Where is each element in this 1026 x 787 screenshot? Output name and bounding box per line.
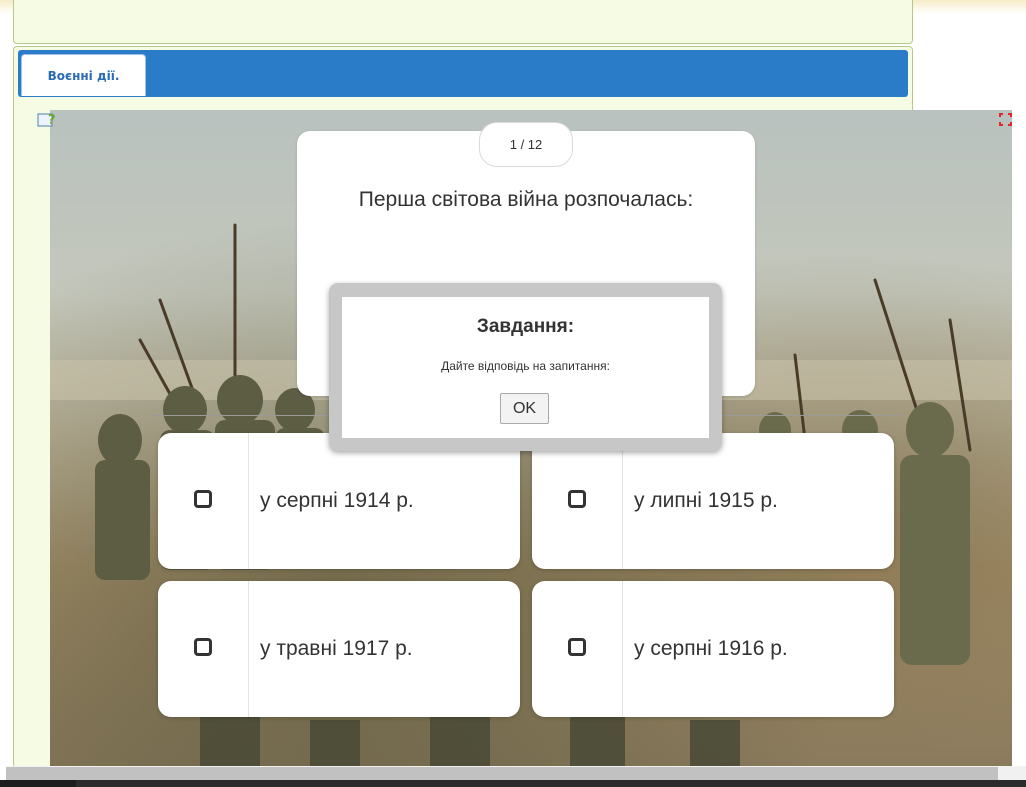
answer-option-1[interactable]: у серпні 1914 р. (158, 433, 520, 569)
bottom-bar (0, 780, 1026, 787)
bottom-bar-segment (0, 780, 76, 787)
checkbox-zone (158, 581, 249, 717)
svg-text:?: ? (48, 113, 56, 128)
horizontal-scrollbar-thumb[interactable] (6, 767, 998, 780)
checkbox-icon[interactable] (194, 638, 212, 656)
answer-label: у липні 1915 р. (634, 489, 778, 512)
dialog-title: Завдання: (476, 316, 575, 337)
tab-bar (18, 50, 908, 97)
question-counter: 1 / 12 (479, 122, 573, 167)
answer-label: у серпні 1916 р. (634, 637, 788, 660)
checkbox-icon[interactable] (194, 490, 212, 508)
top-panel (13, 0, 913, 44)
tab-military-actions[interactable]: Воєнні дії. (21, 54, 146, 96)
answer-option-4[interactable]: у серпні 1916 р. (532, 581, 894, 717)
dialog-text: Дайте відповідь на запитання: (441, 359, 610, 373)
checkbox-icon[interactable] (568, 638, 586, 656)
fullscreen-icon[interactable] (999, 113, 1012, 126)
checkbox-zone (158, 433, 249, 569)
answer-option-2[interactable]: у липні 1915 р. (532, 433, 894, 569)
ok-button[interactable]: OK (500, 393, 549, 424)
checkbox-zone (532, 433, 623, 569)
answer-label: у серпні 1914 р. (260, 489, 414, 512)
answer-option-3[interactable]: у травні 1917 р. (158, 581, 520, 717)
checkbox-zone (532, 581, 623, 717)
checkbox-icon[interactable] (568, 490, 586, 508)
answer-label: у травні 1917 р. (260, 637, 413, 660)
question-text: Перша світова війна розпочалась: (358, 188, 694, 211)
help-question-icon[interactable]: ? (37, 111, 57, 129)
